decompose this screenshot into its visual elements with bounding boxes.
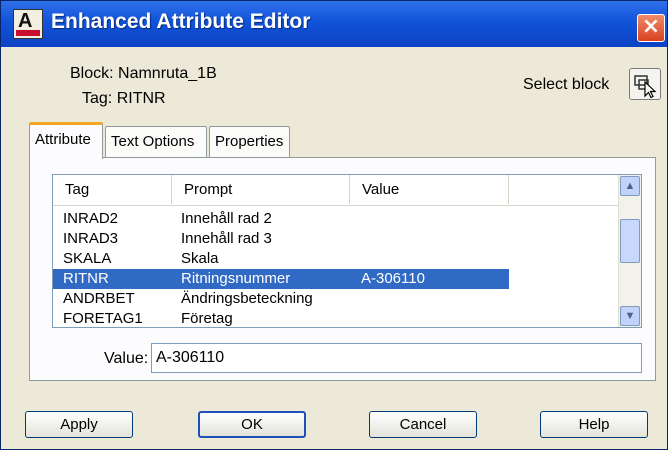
column-header-tag[interactable]: Tag [53,175,172,204]
tab-properties[interactable]: Properties [209,126,290,158]
row-tag: INRAD2 [63,210,119,227]
row-prompt: Ändringsbeteckning [181,290,313,307]
list-item[interactable]: SKALA Skala [53,249,509,269]
scroll-down-icon: ▼ [624,310,636,322]
close-button[interactable]: × [637,14,665,42]
value-field-label: Value: [104,350,149,367]
row-tag: FORETAG1 [63,310,143,327]
column-header-value[interactable]: Value [350,175,509,204]
select-block-button[interactable] [629,68,661,100]
row-tag: ANDRBET [63,290,135,307]
scroll-down-button[interactable]: ▼ [620,306,640,326]
row-tag: SKALA [63,250,112,267]
pick-cursor-icon [634,75,657,99]
row-prompt: Skala [181,250,219,267]
row-tag: INRAD3 [63,230,119,247]
scroll-up-button[interactable]: ▲ [620,176,640,196]
row-value: A-306110 [361,270,425,287]
scroll-up-icon: ▲ [624,180,636,192]
tag-name-label: Tag: RITNR [82,90,166,107]
list-item[interactable]: ANDRBET Ändringsbeteckning [53,289,509,309]
tab-label: Attribute [35,131,91,148]
column-header-prompt[interactable]: Prompt [172,175,350,204]
window-title: Enhanced Attribute Editor [51,10,311,33]
list-scrollbar[interactable]: ▲ ▼ [618,175,641,327]
value-input[interactable]: A-306110 [151,343,642,373]
row-prompt: Ritningsnummer [181,270,291,287]
close-icon: × [641,14,661,39]
list-item[interactable]: FORETAG1 Företag [53,309,509,327]
select-block-label: Select block [523,76,610,93]
help-button[interactable]: Help [540,411,648,438]
row-prompt: Företag [181,310,233,327]
list-item[interactable]: INRAD3 Innehåll rad 3 [53,229,509,249]
list-item[interactable]: INRAD2 Innehåll rad 2 [53,209,509,229]
autocad-app-icon: A [13,9,43,39]
list-item-selected[interactable]: RITNR Ritningsnummer A-306110 [53,269,509,289]
tab-label: Properties [215,133,284,150]
enhanced-attribute-editor-dialog: A Enhanced Attribute Editor × Block: Nam… [0,0,668,450]
ok-button[interactable]: OK [198,411,306,438]
apply-button[interactable]: Apply [25,411,133,438]
block-name-label: Block: Namnruta_1B [70,65,217,82]
cancel-button[interactable]: Cancel [369,411,477,438]
title-bar[interactable]: A Enhanced Attribute Editor × [1,1,667,47]
row-tag: RITNR [63,270,109,287]
row-prompt: Innehåll rad 3 [181,230,272,247]
row-prompt: Innehåll rad 2 [181,210,272,227]
tab-text-options[interactable]: Text Options [105,126,207,158]
list-header: Tag Prompt Value [53,175,619,206]
scroll-thumb[interactable] [620,219,640,263]
tab-attribute[interactable]: Attribute [29,122,103,159]
attribute-list[interactable]: Tag Prompt Value INRAD2 Innehåll rad 2 I… [52,174,642,328]
tab-label: Text Options [111,133,195,150]
